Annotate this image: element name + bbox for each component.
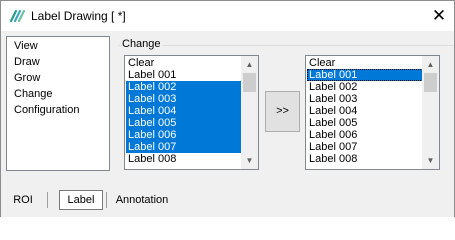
target-list-scrollbar[interactable]: ▲ ▼ (422, 56, 439, 169)
scroll-down-arrow-icon[interactable]: ▼ (241, 152, 258, 169)
list-item[interactable]: Label 006 (126, 129, 242, 141)
title-bar: Label Drawing [ *] ✕ (1, 1, 454, 31)
nav-item-grow[interactable]: Grow (14, 72, 40, 84)
group-divider (118, 45, 453, 46)
list-item[interactable]: Label 001 (126, 69, 242, 81)
scroll-up-arrow-icon[interactable]: ▲ (241, 56, 258, 73)
list-item[interactable]: Label 004 (307, 105, 423, 117)
nav-item-view[interactable]: View (14, 40, 38, 52)
list-item[interactable]: Label 002 (307, 81, 423, 93)
list-item[interactable]: Label 006 (307, 129, 423, 141)
list-item[interactable]: Label 005 (307, 117, 423, 129)
list-item[interactable]: Label 002 (126, 81, 242, 93)
list-item[interactable]: Label 003 (307, 93, 423, 105)
source-label-list[interactable]: Clear Label 001 Label 002 Label 003 Labe… (124, 55, 259, 170)
tab-divider (47, 192, 48, 208)
list-item[interactable]: Label 007 (126, 141, 242, 153)
nav-item-change[interactable]: Change (14, 88, 53, 100)
nav-item-draw[interactable]: Draw (14, 56, 40, 68)
change-group-label: Change (122, 38, 163, 50)
list-item[interactable]: Label 003 (126, 93, 242, 105)
close-button[interactable]: ✕ (425, 3, 453, 29)
tab-roi[interactable]: ROI (6, 190, 40, 210)
tab-annotation[interactable]: Annotation (110, 190, 174, 210)
list-item[interactable]: Clear (307, 57, 423, 69)
tab-divider (106, 192, 107, 208)
list-item[interactable]: Label 004 (126, 105, 242, 117)
app-logo-icon (9, 9, 26, 23)
bottom-tab-strip: ROI Label Annotation (1, 181, 454, 217)
source-list-scrollbar[interactable]: ▲ ▼ (241, 56, 258, 169)
label-drawing-window: Label Drawing [ *] ✕ View Draw Grow Chan… (0, 0, 455, 217)
target-label-list[interactable]: Clear Label 001 Label 002 Label 003 Labe… (305, 55, 440, 170)
window-title: Label Drawing [ *] (31, 9, 126, 23)
scroll-thumb[interactable] (243, 73, 256, 92)
list-item[interactable]: Clear (126, 57, 242, 69)
scroll-up-arrow-icon[interactable]: ▲ (422, 56, 439, 73)
list-item[interactable]: Label 008 (126, 153, 242, 165)
category-list[interactable]: View Draw Grow Change Configuration (6, 36, 110, 171)
tab-label[interactable]: Label (59, 190, 103, 210)
scroll-thumb[interactable] (424, 73, 437, 92)
scroll-down-arrow-icon[interactable]: ▼ (422, 152, 439, 169)
nav-item-configuration[interactable]: Configuration (14, 104, 79, 116)
list-item[interactable]: Label 001 (307, 69, 423, 81)
list-item[interactable]: Label 007 (307, 141, 423, 153)
list-item[interactable]: Label 005 (126, 117, 242, 129)
list-item[interactable]: Label 008 (307, 153, 423, 165)
move-selection-button[interactable]: >> (265, 91, 300, 132)
